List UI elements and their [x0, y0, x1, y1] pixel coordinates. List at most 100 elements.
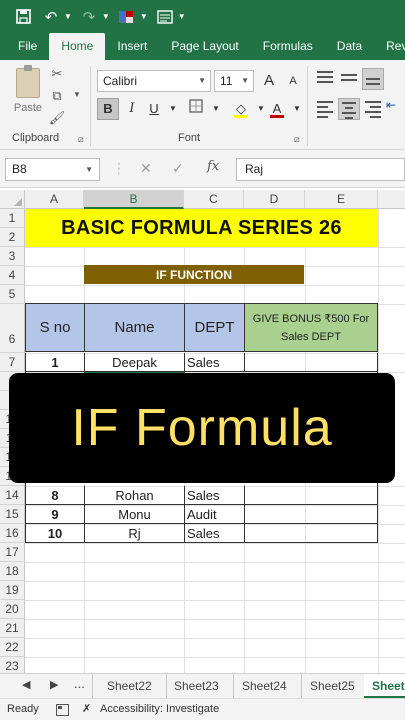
font-size-select[interactable]: 11 ▼	[214, 70, 254, 92]
enter-icon[interactable]: ✓	[172, 160, 184, 177]
bold-button[interactable]: B	[97, 98, 119, 120]
name-box[interactable]: B8 ▼	[5, 158, 100, 181]
align-center-icon[interactable]	[338, 98, 360, 120]
align-right-icon[interactable]	[362, 98, 384, 120]
scroll-left-icon[interactable]: ◀	[22, 678, 30, 691]
cell-sno[interactable]: 1	[25, 353, 85, 372]
row-header[interactable]: 18	[0, 562, 25, 581]
row-header[interactable]: 22	[0, 638, 25, 657]
row-header[interactable]: 1	[0, 209, 25, 228]
tab-file[interactable]: File	[6, 33, 49, 60]
row-header[interactable]: 7	[0, 353, 25, 372]
header-dept[interactable]: DEPT	[184, 303, 245, 352]
cell-sno[interactable]: 8	[25, 486, 85, 505]
column-header-b[interactable]: B	[84, 190, 184, 209]
paste-button[interactable]: Paste	[12, 65, 44, 126]
tab-home[interactable]: Home	[49, 33, 106, 60]
cell-bonus[interactable]	[245, 353, 378, 372]
indent-icon[interactable]: ⇤	[386, 98, 405, 120]
tab-insert[interactable]: Insert	[105, 33, 159, 60]
sheet-tab[interactable]: Sheet25	[296, 674, 370, 698]
fill-color-icon[interactable]: ◇	[230, 98, 252, 120]
cell-dept[interactable]: Sales	[185, 524, 245, 543]
cell-dept[interactable]: Sales	[185, 486, 245, 505]
column-header-e[interactable]: E	[305, 190, 378, 209]
tab-page-layout[interactable]: Page Layout	[159, 33, 250, 60]
cell-name[interactable]: Monu	[85, 505, 185, 524]
row-header[interactable]: 17	[0, 543, 25, 562]
copy-icon[interactable]: ⧉	[48, 88, 66, 106]
select-all-button[interactable]	[0, 190, 25, 209]
font-color-dropdown-icon[interactable]: ▼	[286, 98, 308, 120]
cancel-icon[interactable]: ✕	[140, 160, 152, 177]
row-header[interactable]: 3	[0, 247, 25, 266]
macro-record-icon[interactable]	[56, 703, 69, 724]
colors-dropdown-icon[interactable]: ▼	[140, 12, 148, 21]
cell-sno[interactable]: 10	[25, 524, 85, 543]
sheet-tab[interactable]: Sheet24	[228, 674, 302, 698]
customize-toolbar-icon[interactable]: ▼	[178, 12, 186, 21]
font-name-select[interactable]: Calibri ▼	[97, 70, 211, 92]
header-sno[interactable]: S no	[25, 303, 85, 352]
row-header[interactable]: 6	[0, 304, 25, 353]
accessibility-status[interactable]: Accessibility: Investigate	[100, 699, 219, 720]
borders-icon[interactable]	[185, 98, 207, 120]
column-header-a[interactable]: A	[25, 190, 84, 209]
row-header[interactable]: 20	[0, 600, 25, 619]
tab-formulas[interactable]: Formulas	[251, 33, 325, 60]
row-header[interactable]: 16	[0, 524, 25, 543]
row-header[interactable]: 23	[0, 657, 25, 673]
clipboard-launcher-icon[interactable]: ⧄	[78, 134, 84, 145]
cell-name[interactable]: Rj	[85, 524, 185, 543]
row-header[interactable]: 4	[0, 266, 25, 285]
sheet-tab-active[interactable]: Sheet	[364, 674, 405, 698]
align-left-icon[interactable]	[314, 98, 336, 120]
cell-bonus[interactable]	[245, 486, 378, 505]
font-color-icon[interactable]: A	[266, 98, 288, 120]
row-header[interactable]: 21	[0, 619, 25, 638]
grow-font-button[interactable]: A	[258, 70, 280, 92]
sheet-tab[interactable]: Sheet22	[92, 674, 167, 698]
header-bonus[interactable]: GIVE BONUS ₹500 For Sales DEPT	[244, 303, 378, 352]
cell-name[interactable]: Rohan	[85, 486, 185, 505]
form-icon[interactable]	[154, 6, 176, 28]
column-header-c[interactable]: C	[184, 190, 244, 209]
font-launcher-icon[interactable]: ⧄	[294, 134, 300, 145]
cell-sno[interactable]: 9	[25, 505, 85, 524]
cell-name[interactable]: Deepak	[85, 353, 185, 372]
redo-dropdown-icon[interactable]: ▼	[102, 12, 110, 21]
header-name[interactable]: Name	[84, 303, 185, 352]
format-painter-colors-icon[interactable]	[116, 6, 138, 28]
cut-icon[interactable]: ✂	[48, 66, 66, 84]
align-bottom-icon[interactable]	[362, 68, 384, 90]
more-sheets-button[interactable]: ...	[74, 676, 85, 691]
save-icon[interactable]	[12, 6, 34, 28]
undo-icon[interactable]: ↶	[40, 6, 62, 28]
cell-dept[interactable]: Sales	[185, 353, 245, 372]
row-header[interactable]: 2	[0, 228, 25, 247]
tab-data[interactable]: Data	[325, 33, 374, 60]
row-header[interactable]: 19	[0, 581, 25, 600]
cell-bonus[interactable]	[245, 505, 378, 524]
cell-dept[interactable]: Audit	[185, 505, 245, 524]
accessibility-icon[interactable]: ✗	[82, 699, 91, 720]
sheet-tab[interactable]: Sheet23	[160, 674, 234, 698]
sheet-title[interactable]: BASIC FORMULA SERIES 26	[25, 209, 378, 247]
row-header[interactable]: 15	[0, 505, 25, 524]
column-header-f[interactable]	[378, 190, 405, 209]
copy-dropdown-icon[interactable]: ▼	[68, 90, 86, 108]
row-header[interactable]: 14	[0, 486, 25, 505]
sheet-subtitle[interactable]: IF FUNCTION	[84, 265, 304, 284]
align-middle-icon[interactable]	[338, 68, 360, 90]
redo-icon[interactable]: ↷	[78, 6, 100, 28]
align-top-icon[interactable]	[314, 68, 336, 90]
row-header[interactable]: 5	[0, 285, 25, 304]
insert-function-icon[interactable]: fx	[207, 159, 219, 174]
column-header-d[interactable]: D	[244, 190, 305, 209]
cell-bonus[interactable]	[245, 524, 378, 543]
scroll-right-icon[interactable]: ▶	[50, 678, 58, 691]
underline-dropdown-icon[interactable]: ▼	[162, 98, 184, 120]
borders-dropdown-icon[interactable]: ▼	[205, 98, 227, 120]
tab-review[interactable]: Revi	[374, 33, 405, 60]
italic-button[interactable]: I	[121, 98, 143, 120]
